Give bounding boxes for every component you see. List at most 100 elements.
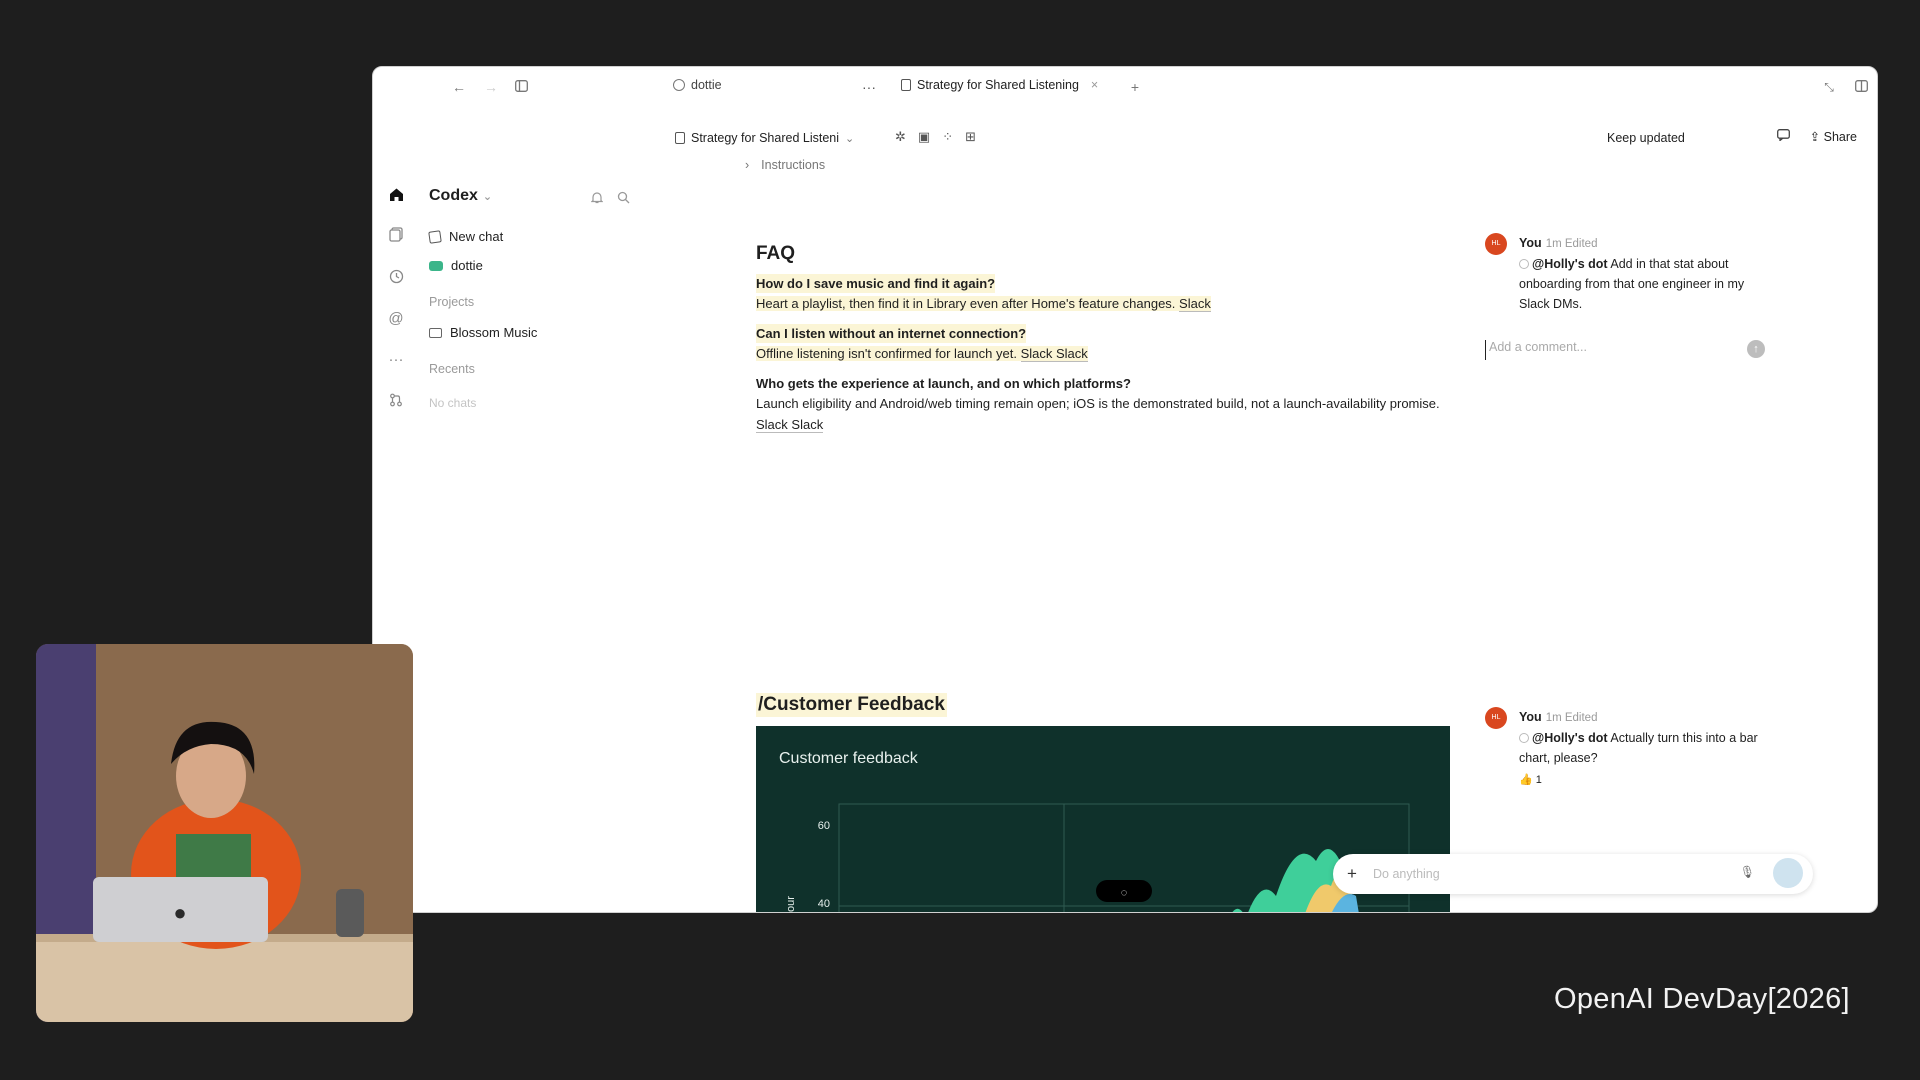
event-branding: OpenAI DevDay[2026] [1554,983,1850,1015]
comment-author: You [1519,236,1542,250]
back-arrow-icon[interactable]: ← [451,79,467,95]
reaction[interactable]: 👍 1 [1519,770,1775,790]
faq-item: How do I save music and find it again? H… [756,274,1456,314]
projects-header: Projects [429,295,475,309]
feedback-heading: /Customer Feedback [756,693,947,717]
reaction-count: 1 [1535,774,1542,786]
y-tick-60: 60 [818,820,830,832]
mention-icon[interactable]: @ [387,310,405,328]
avatar: HL [1485,233,1507,255]
forward-arrow-icon[interactable]: → [483,79,499,95]
sidebar-tools [590,191,630,207]
more-dots-icon[interactable]: ··· [387,351,405,369]
faq-question: Who gets the experience at launch, and o… [756,376,1131,391]
comments-icon[interactable] [1776,129,1790,144]
workspace-name: Codex [429,187,478,204]
split-view-icon[interactable] [1853,79,1869,95]
status-circle-icon [1519,259,1529,269]
spinner-icon: ◌ [1121,887,1128,899]
chevron-right-icon: › [745,158,750,172]
recents-header: Recents [429,362,475,376]
app-window: ← → dottie ··· Strategy for Shared Liste… [372,66,1878,913]
image-icon[interactable]: ▣ [918,129,930,145]
search-icon[interactable] [617,191,630,207]
keep-updated-button[interactable]: Keep updated [1607,131,1685,145]
comment-input[interactable]: Add a comment... [1485,340,1775,360]
folder-icon [429,327,442,338]
sidebar-item-blossom-music[interactable]: Blossom Music [429,325,537,340]
document-icon [901,79,911,91]
chevron-down-icon: ⌄ [482,190,493,203]
avatar [1773,858,1803,888]
library-icon[interactable] [387,227,405,245]
faq-item: Who gets the experience at launch, and o… [756,374,1456,435]
faq-item: Can I listen without an internet connect… [756,324,1456,364]
source-link[interactable]: Slack [1179,296,1211,312]
new-tab-icon[interactable]: + [1127,79,1143,95]
home-icon[interactable] [387,187,405,205]
sidebar-item-label: Blossom Music [450,325,538,340]
branch-icon[interactable] [387,393,405,411]
workspace-switcher[interactable]: Codex ⌄ [429,187,492,205]
recents-empty: No chats [429,396,477,410]
comment-thread[interactable]: HL You 1m Edited @Holly's dot Add in that… [1485,233,1775,314]
send-icon[interactable]: ↑ [1747,340,1765,358]
comment-meta: 1m Edited [1545,238,1598,250]
tab-label: dottie [691,78,722,92]
share-icon: ⇪ [1809,130,1821,144]
tab-dottie[interactable]: dottie [673,78,722,92]
history-icon[interactable] [387,269,405,287]
share-button[interactable]: ⇪ Share [1810,129,1857,144]
sidebar-item-dottie[interactable]: dottie [429,258,483,273]
source-link[interactable]: Slack Slack [1020,346,1088,362]
y-axis-label: our [785,896,797,912]
share-label: Share [1823,130,1857,144]
chat-bubble-icon [673,79,685,91]
comment-thread[interactable]: HL You 1m Edited @Holly's dot Actually tu… [1485,707,1775,790]
bell-icon[interactable] [590,191,604,207]
document-title-dropdown[interactable]: Strategy for Shared Listeni ⌄ [675,131,854,145]
source-link[interactable]: Slack Slack [756,417,824,433]
document-header: Strategy for Shared Listeni ⌄ ✲ ▣ ⁘ ⊞ Ke… [675,129,1877,159]
faq-question: How do I save music and find it again? [756,274,996,293]
magic-icon[interactable]: ✲ [895,129,906,145]
status-circle-icon [1519,733,1529,743]
comment-meta: 1m Edited [1545,712,1598,724]
mention[interactable]: @Holly's dot [1532,257,1608,271]
document-title: Strategy for Shared Listeni [691,131,839,145]
mic-icon[interactable]: 🎙 [1740,865,1755,879]
more-icon[interactable]: ··· [859,79,879,95]
add-block-icon[interactable]: ⊞ [965,129,976,145]
sidebar-item-label: dottie [451,258,483,273]
composer[interactable]: + Do anything 🎙 [1333,854,1813,894]
pencil-icon [428,229,442,244]
composer-input[interactable]: Do anything [1373,867,1440,881]
tab-strategy[interactable]: Strategy for Shared Listening × [901,78,1098,92]
new-chat-button[interactable]: New chat [428,229,504,244]
bot-icon [429,260,443,271]
close-icon[interactable]: × [1091,78,1098,92]
breadcrumb-item: Instructions [761,158,826,172]
avatar: HL [1485,707,1507,729]
apps-icon[interactable]: ⁘ [942,129,953,145]
tab-label: Strategy for Shared Listening [917,78,1079,92]
sidebar: Codex ⌄ New chat dottie Projects Blossom… [419,117,630,912]
sidebar-item-label: New chat [449,229,504,244]
tab-bar: ← → dottie ··· Strategy for Shared Liste… [373,67,1877,107]
faq-section: FAQ How do I save music and find it agai… [756,243,1456,445]
apple-logo: ● [173,900,186,925]
sidebar-toggle-icon[interactable] [513,79,529,95]
breadcrumb[interactable]: › Instructions [745,158,825,172]
thumbs-up-icon: 👍 [1519,774,1533,786]
faq-answer: Heart a playlist, then find it in Librar… [756,296,1176,311]
chevron-down-icon: ⌄ [845,132,855,145]
webcam-inset: ● [36,644,413,1022]
faq-answer: Offline listening isn't confirmed for la… [756,346,1017,361]
plus-icon[interactable]: + [1347,864,1357,884]
faq-question: Can I listen without an internet connect… [756,324,1027,343]
comment-author: You [1519,710,1542,724]
faq-answer: Launch eligibility and Android/web timin… [756,396,1440,411]
header-actions: ⇪ Share [1776,129,1857,144]
collapse-icon[interactable]: ⤡ [1821,79,1837,95]
mention[interactable]: @Holly's dot [1532,731,1608,745]
